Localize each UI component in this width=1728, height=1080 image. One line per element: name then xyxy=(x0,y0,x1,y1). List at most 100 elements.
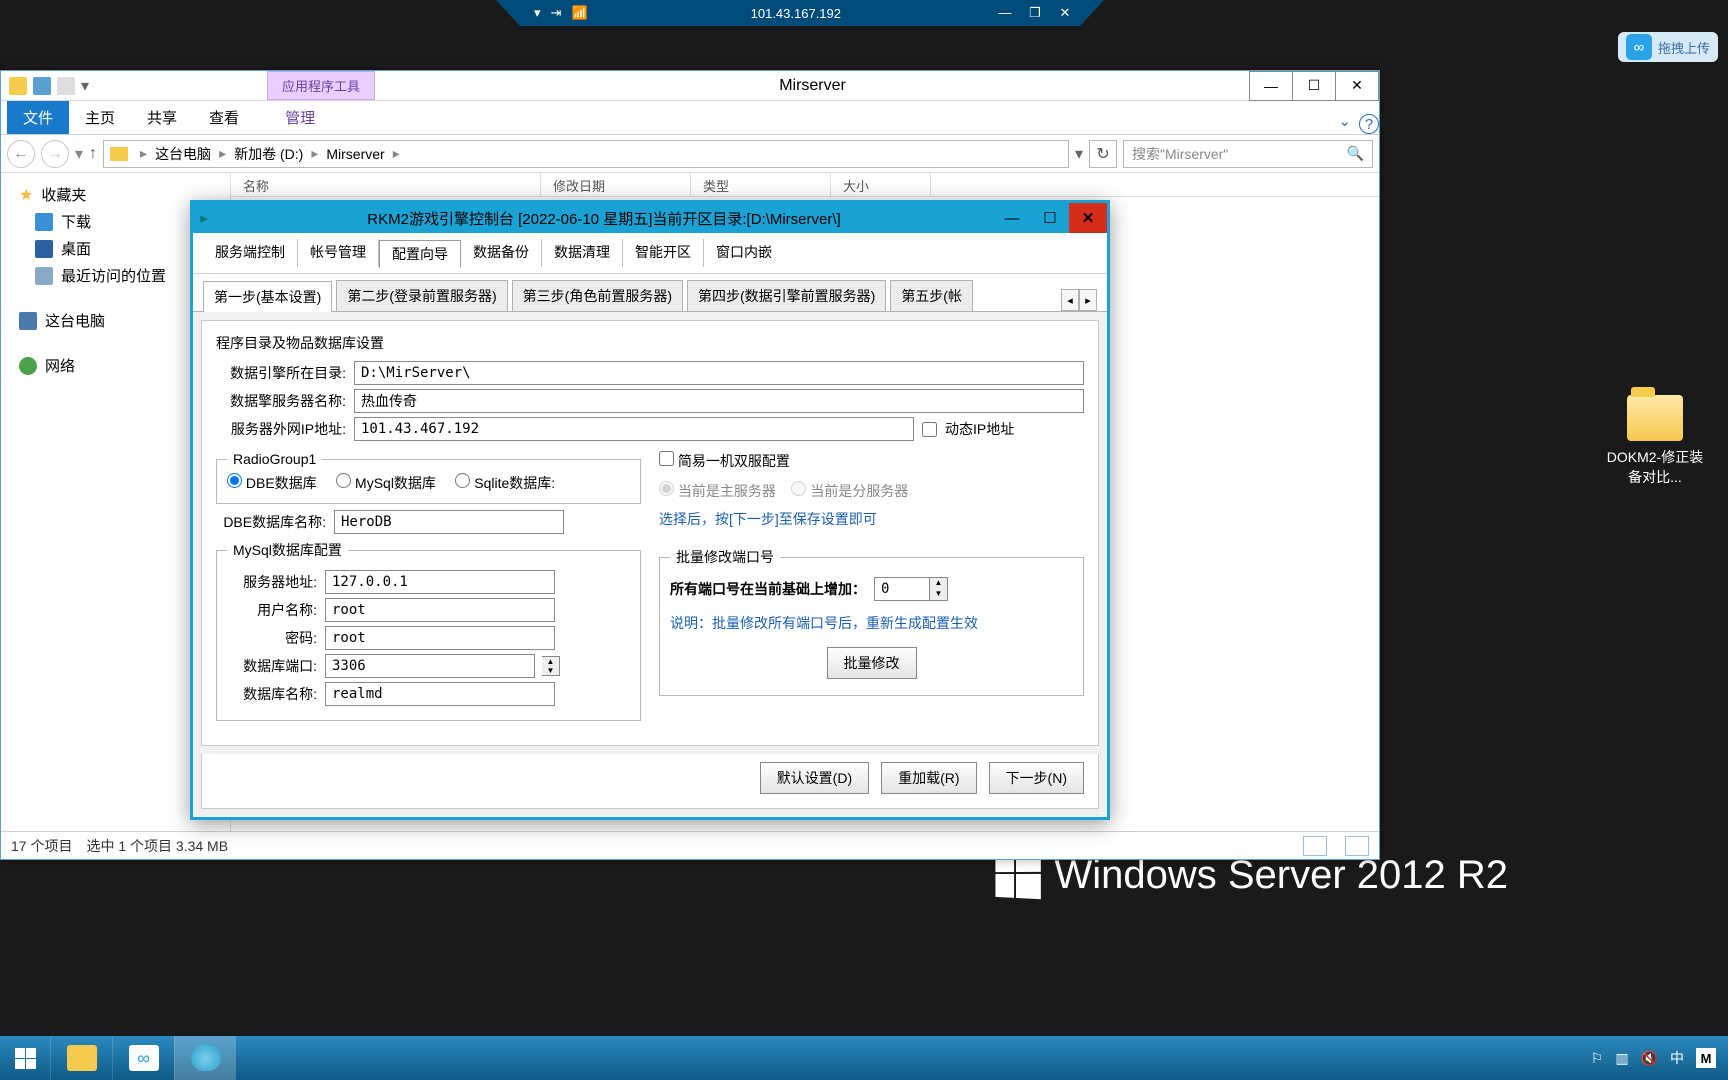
tray-ime-lang[interactable]: 中 xyxy=(1670,1048,1684,1068)
input-port-offset[interactable] xyxy=(874,577,930,601)
tray-ime-mode[interactable]: M xyxy=(1696,1048,1716,1068)
menu-smart-open[interactable]: 智能开区 xyxy=(623,239,704,267)
radio-mysql[interactable]: MySql数据库 xyxy=(336,475,436,491)
minimize-button[interactable]: — xyxy=(1249,71,1293,101)
tab-home[interactable]: 主页 xyxy=(69,101,131,134)
menu-backup[interactable]: 数据备份 xyxy=(461,239,542,267)
sidebar-favorites[interactable]: ★收藏夹 xyxy=(13,181,218,208)
input-user[interactable] xyxy=(325,598,555,622)
breadcrumb[interactable]: ▸ 这台电脑▸ 新加卷 (D:)▸ Mirserver▸ xyxy=(103,140,1069,168)
rdp-restore-button[interactable]: ❐ xyxy=(1020,5,1050,21)
spinner-port-offset[interactable]: ▲▼ xyxy=(874,577,948,601)
col-type[interactable]: 类型 xyxy=(691,173,831,196)
batch-modify-button[interactable]: 批量修改 xyxy=(827,647,917,679)
input-engine-dir[interactable] xyxy=(354,361,1084,385)
menu-account[interactable]: 帐号管理 xyxy=(298,239,379,267)
desktop-shortcut[interactable]: DOKM2-修正装备对比... xyxy=(1605,395,1705,487)
back-button[interactable]: ← xyxy=(7,140,35,168)
col-name[interactable]: 名称 xyxy=(231,173,541,196)
menu-cleanup[interactable]: 数据清理 xyxy=(542,239,623,267)
step-3[interactable]: 第三步(角色前置服务器) xyxy=(512,280,683,311)
taskbar-baidu[interactable]: ∞ xyxy=(112,1036,174,1080)
checkbox-dynamic-ip[interactable] xyxy=(922,422,937,437)
reload-button[interactable]: 重加载(R) xyxy=(881,762,976,794)
taskbar-explorer[interactable] xyxy=(50,1036,112,1080)
help-icon[interactable]: ? xyxy=(1359,114,1379,134)
sidebar-recent[interactable]: 最近访问的位置 xyxy=(13,262,218,289)
pin-icon[interactable]: ▾ xyxy=(534,5,541,21)
sidebar-desktop[interactable]: 桌面 xyxy=(13,235,218,262)
addr-dropdown-icon[interactable]: ▾ xyxy=(1075,144,1083,164)
tray-sound-icon[interactable]: 🔇 xyxy=(1641,1050,1658,1067)
port-up[interactable]: ▲ xyxy=(542,657,559,666)
col-date[interactable]: 修改日期 xyxy=(541,173,691,196)
upload-pill[interactable]: ∞ 拖拽上传 xyxy=(1618,32,1718,62)
dialog-minimize-button[interactable]: — xyxy=(993,203,1031,233)
input-db-name[interactable] xyxy=(325,682,555,706)
up-button[interactable]: ↑ xyxy=(89,145,97,163)
step-2[interactable]: 第二步(登录前置服务器) xyxy=(336,280,507,311)
sidebar-downloads[interactable]: 下载 xyxy=(13,208,218,235)
tabs-scroll-left[interactable]: ◂ xyxy=(1061,289,1079,311)
qat-dropdown-icon[interactable]: ▾ xyxy=(81,76,89,96)
tray-flag-icon[interactable]: ⚐ xyxy=(1591,1050,1604,1067)
pin2-icon[interactable]: ⇥ xyxy=(551,5,562,21)
close-button[interactable]: ✕ xyxy=(1335,71,1379,101)
props-icon[interactable] xyxy=(33,77,51,95)
system-tray[interactable]: ⚐ ▥ 🔇 中 M xyxy=(1579,1036,1728,1080)
input-srv-addr[interactable] xyxy=(325,570,555,594)
step-1[interactable]: 第一步(基本设置) xyxy=(203,281,332,312)
port-down[interactable]: ▼ xyxy=(542,666,559,675)
tab-share[interactable]: 共享 xyxy=(131,101,193,134)
menu-server-control[interactable]: 服务端控制 xyxy=(203,239,298,267)
taskbar-rkm2[interactable] xyxy=(174,1036,236,1080)
view-icons-button[interactable] xyxy=(1345,836,1369,856)
input-server-name[interactable] xyxy=(354,389,1084,413)
menu-config-wizard[interactable]: 配置向导 xyxy=(379,240,461,268)
input-wan-ip[interactable] xyxy=(354,417,914,441)
checkbox-simple-dual[interactable]: 简易一机双服配置 xyxy=(659,453,790,469)
crumb-folder[interactable]: Mirserver xyxy=(326,146,384,162)
tab-manage[interactable]: 管理 xyxy=(269,101,331,134)
tray-network-icon[interactable]: ▥ xyxy=(1615,1050,1628,1067)
tabs-scroll-right[interactable]: ▸ xyxy=(1079,289,1097,311)
explorer-titlebar[interactable]: ▾ 应用程序工具 Mirserver — ☐ ✕ xyxy=(1,71,1379,101)
forward-button[interactable]: → xyxy=(41,140,69,168)
default-settings-button[interactable]: 默认设置(D) xyxy=(760,762,869,794)
tab-view[interactable]: 查看 xyxy=(193,101,255,134)
tab-file[interactable]: 文件 xyxy=(7,101,69,134)
crumb-pc[interactable]: 这台电脑 xyxy=(155,144,211,164)
step-4[interactable]: 第四步(数据引擎前置服务器) xyxy=(687,280,886,311)
radio-sqlite[interactable]: Sqlite数据库: xyxy=(455,475,555,491)
column-headers[interactable]: 名称 修改日期 类型 大小 xyxy=(231,173,1379,197)
dialog-titlebar[interactable]: ▸ RKM2游戏引擎控制台 [2022-06-10 星期五]当前开区目录:[D:… xyxy=(193,203,1107,233)
dialog-close-button[interactable]: ✕ xyxy=(1069,203,1107,233)
crumb-drive[interactable]: 新加卷 (D:) xyxy=(234,144,303,164)
rdp-minimize-button[interactable]: — xyxy=(990,5,1020,21)
next-step-button[interactable]: 下一步(N) xyxy=(989,762,1084,794)
maximize-button[interactable]: ☐ xyxy=(1292,71,1336,101)
rdp-close-button[interactable]: ✕ xyxy=(1050,5,1080,21)
input-pwd[interactable] xyxy=(325,626,555,650)
dialog-title: RKM2游戏引擎控制台 [2022-06-10 星期五]当前开区目录:[D:\M… xyxy=(215,208,993,229)
sidebar-network[interactable]: 网络 xyxy=(13,352,218,379)
history-dropdown-icon[interactable]: ▾ xyxy=(75,144,83,164)
offset-down[interactable]: ▼ xyxy=(930,589,947,600)
col-size[interactable]: 大小 xyxy=(831,173,931,196)
offset-up[interactable]: ▲ xyxy=(930,578,947,589)
dialog-maximize-button[interactable]: ☐ xyxy=(1031,203,1069,233)
newfolder-icon[interactable] xyxy=(57,77,75,95)
sidebar-this-pc[interactable]: 这台电脑 xyxy=(13,307,218,334)
step-5[interactable]: 第五步(帐 xyxy=(890,280,973,311)
refresh-button[interactable]: ↻ xyxy=(1089,140,1117,168)
menu-embed[interactable]: 窗口内嵌 xyxy=(704,239,784,267)
input-db-port[interactable] xyxy=(325,654,535,678)
input-dbe-name[interactable] xyxy=(334,510,564,534)
search-input[interactable]: 搜索"Mirserver" 🔍 xyxy=(1123,140,1373,168)
explorer-statusbar: 17 个项目 选中 1 个项目 3.34 MB xyxy=(1,831,1379,859)
view-details-button[interactable] xyxy=(1303,836,1327,856)
start-button[interactable] xyxy=(0,1036,50,1080)
contextual-tab-label[interactable]: 应用程序工具 xyxy=(267,71,375,100)
ribbon-expand-icon[interactable]: ⌄ xyxy=(1330,108,1359,134)
radio-dbe[interactable]: DBE数据库 xyxy=(227,475,317,491)
